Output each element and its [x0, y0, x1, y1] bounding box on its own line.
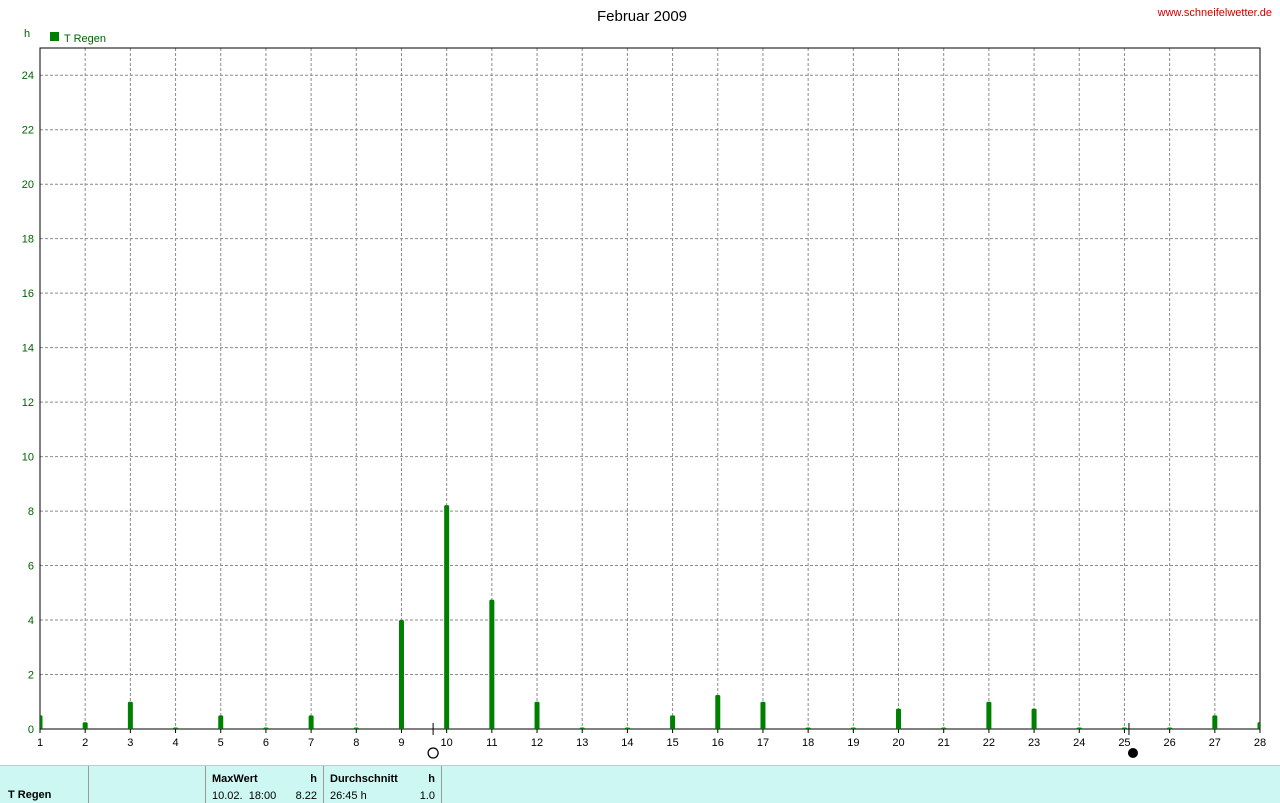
y-tick-label: 10 — [22, 452, 34, 464]
x-tick-label: 22 — [983, 737, 995, 749]
y-tick-label: 12 — [22, 397, 34, 409]
bar — [986, 701, 992, 729]
max-value: 8.22 — [295, 790, 317, 802]
x-tick-label: 26 — [1164, 737, 1176, 749]
bar — [40, 715, 43, 729]
x-tick-label: 14 — [621, 737, 633, 749]
bar — [715, 694, 721, 729]
x-tick-label: 24 — [1073, 737, 1085, 749]
x-tick-label: 17 — [757, 737, 769, 749]
legend-label: T Regen — [64, 33, 106, 45]
x-tick-label: 15 — [666, 737, 678, 749]
plot-frame — [39, 47, 1261, 730]
y-tick-label: 4 — [28, 615, 34, 627]
stats-empty-cell — [89, 766, 206, 803]
chart: Februar 2009 www.schneifelwetter.de h T … — [22, 7, 1272, 759]
x-tick-label: 5 — [218, 737, 224, 749]
bar — [1212, 715, 1218, 729]
x-tick-label: 16 — [712, 737, 724, 749]
x-tick-label: 18 — [802, 737, 814, 749]
bar — [624, 727, 630, 729]
y-tick-label: 16 — [22, 288, 34, 300]
bar — [670, 715, 676, 729]
y-tick-label: 14 — [22, 343, 34, 355]
x-tick-label: 19 — [847, 737, 859, 749]
bar — [1076, 727, 1082, 729]
full-moon-icon — [427, 747, 439, 759]
x-tick-label: 27 — [1209, 737, 1221, 749]
y-tick-label: 2 — [28, 670, 34, 682]
y-tick-label: 22 — [22, 125, 34, 137]
bar — [218, 715, 224, 729]
bar — [263, 727, 269, 729]
new-moon-icon — [1127, 748, 1138, 758]
bar — [173, 727, 179, 729]
stats-panel: T Regen MaxWert h 10.02. 18:00 8.22 Durc… — [0, 765, 1280, 803]
bar — [850, 727, 856, 729]
stats-avg-cell: Durchschnitt h 26:45 h 1.0 — [324, 766, 442, 803]
bar — [353, 727, 359, 729]
website-label[interactable]: www.schneifelwetter.de — [1157, 7, 1272, 19]
x-tick-label: 3 — [127, 737, 133, 749]
y-tick-label: 0 — [28, 724, 34, 736]
x-tick-label: 10 — [441, 737, 453, 749]
bar — [1031, 708, 1037, 729]
bar — [444, 505, 450, 729]
avg-unit: h — [428, 773, 435, 785]
bar — [805, 727, 811, 729]
x-tick-label: 21 — [938, 737, 950, 749]
x-tick-label: 13 — [576, 737, 588, 749]
y-tick-label: 18 — [22, 234, 34, 246]
y-axis: 024681012141618202224 — [22, 70, 34, 736]
bar — [489, 599, 495, 729]
x-tick-label: 23 — [1028, 737, 1040, 749]
bar — [1121, 727, 1127, 729]
x-tick-label: 8 — [353, 737, 359, 749]
y-tick-label: 20 — [22, 179, 34, 191]
bar — [896, 708, 902, 729]
x-tick-label: 11 — [486, 737, 497, 749]
max-header: MaxWert — [212, 773, 258, 785]
x-tick-label: 6 — [263, 737, 269, 749]
bar — [127, 701, 133, 729]
bar — [1257, 722, 1260, 729]
x-tick-label: 2 — [82, 737, 88, 749]
max-unit: h — [310, 773, 317, 785]
avg-header: Durchschnitt — [330, 773, 398, 785]
stats-series-cell: T Regen — [0, 766, 89, 803]
x-tick-label: 4 — [172, 737, 178, 749]
bar — [534, 701, 540, 729]
avg-value: 1.0 — [419, 790, 435, 802]
x-tick-label: 7 — [308, 737, 314, 749]
stats-max-cell: MaxWert h 10.02. 18:00 8.22 — [206, 766, 324, 803]
avg-total: 26:45 h — [330, 790, 367, 802]
x-tick-label: 20 — [892, 737, 904, 749]
bar — [1167, 727, 1173, 729]
bar — [941, 727, 947, 729]
stats-series-name: T Regen — [8, 789, 52, 801]
legend-swatch — [50, 32, 59, 41]
max-datetime: 10.02. 18:00 — [212, 790, 277, 802]
x-tick-label: 12 — [531, 737, 543, 749]
y-tick-label: 8 — [28, 506, 34, 518]
bar — [398, 620, 404, 729]
bar — [308, 715, 314, 729]
x-axis: 1 2 3 4 5 6 7 8 9 10 11 12 13 14 15 16 17 18 19 20 21 22 23 24 2… — [37, 729, 1266, 749]
y-tick-label: 6 — [28, 561, 34, 573]
y-unit-label: h — [24, 28, 30, 40]
x-tick-label: 25 — [1118, 737, 1130, 749]
bar — [82, 722, 88, 729]
grid-lines — [40, 48, 1260, 729]
x-tick-label: 9 — [398, 737, 404, 749]
x-tick-label: 1 — [37, 737, 43, 749]
chart-title: Februar 2009 — [597, 8, 687, 25]
y-tick-label: 24 — [22, 70, 34, 82]
x-tick-label: 28 — [1254, 737, 1266, 749]
bar — [579, 727, 585, 729]
bars — [40, 505, 1260, 729]
bar — [760, 701, 766, 729]
